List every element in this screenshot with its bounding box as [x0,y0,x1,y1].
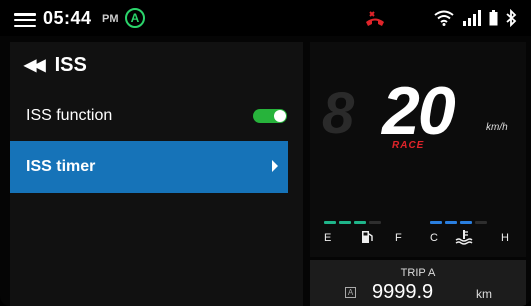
page-title: ISS [54,53,87,76]
dashboard-panel: 8 20 km/h RACE E F C H [310,42,526,257]
menu-item-label: ISS function [26,107,113,124]
clock-time: 05:44 [43,8,92,28]
back-button[interactable]: ◀◀ ISS [24,51,87,79]
trip-badge: A [345,287,356,298]
phone-missed-icon [366,11,384,26]
iss-function-toggle[interactable] [253,109,287,123]
menu-icon[interactable] [14,13,36,28]
gauge-segment [354,221,366,224]
menu-item-iss-function[interactable]: ISS function [10,96,303,136]
trip-meter[interactable]: TRIP A A 9999.9 km [310,260,526,306]
speed-value: 20 [382,73,456,149]
speed-ghost-digit: 8 [322,81,355,146]
chevron-right-icon [272,160,278,172]
gauge-segment [430,221,442,224]
back-chevron-icon: ◀◀ [24,57,46,74]
temp-cold-label: C [430,232,438,244]
status-bar: 05:44 PM A [0,0,531,36]
speed-unit: km/h [486,122,508,133]
temp-hot-label: H [501,232,509,244]
trip-value: 9999.9 [372,281,434,303]
trip-title: TRIP A [400,267,436,279]
wifi-icon [434,10,454,26]
signal-icon [463,10,481,26]
menu-item-label: ISS timer [26,158,96,175]
gauge-segment [445,221,457,224]
gauge-segment [339,221,351,224]
temperature-gauge-bars [430,221,487,225]
auto-mode-badge: A [125,8,145,28]
fuel-pump-icon [362,231,373,243]
gauge-segment [460,221,472,224]
ride-mode: RACE [392,140,425,151]
settings-panel: ◀◀ ISS ISS function ISS timer [10,42,303,306]
gauge-segment [475,221,487,224]
fuel-full-label: F [395,232,402,244]
menu-item-iss-timer[interactable]: ISS timer [10,141,288,193]
fuel-empty-label: E [324,232,332,244]
screen: 05:44 PM A ◀◀ ISS ISS function ISS timer… [0,0,531,306]
toggle-knob [274,110,286,122]
fuel-gauge-bars [324,221,381,225]
battery-icon [489,10,498,26]
trip-unit: km [476,287,492,301]
gauge-segment [324,221,336,224]
clock-ampm: PM [102,13,119,25]
coolant-temperature-icon [455,230,473,245]
bluetooth-icon [506,9,517,27]
gauge-segment [369,221,381,224]
